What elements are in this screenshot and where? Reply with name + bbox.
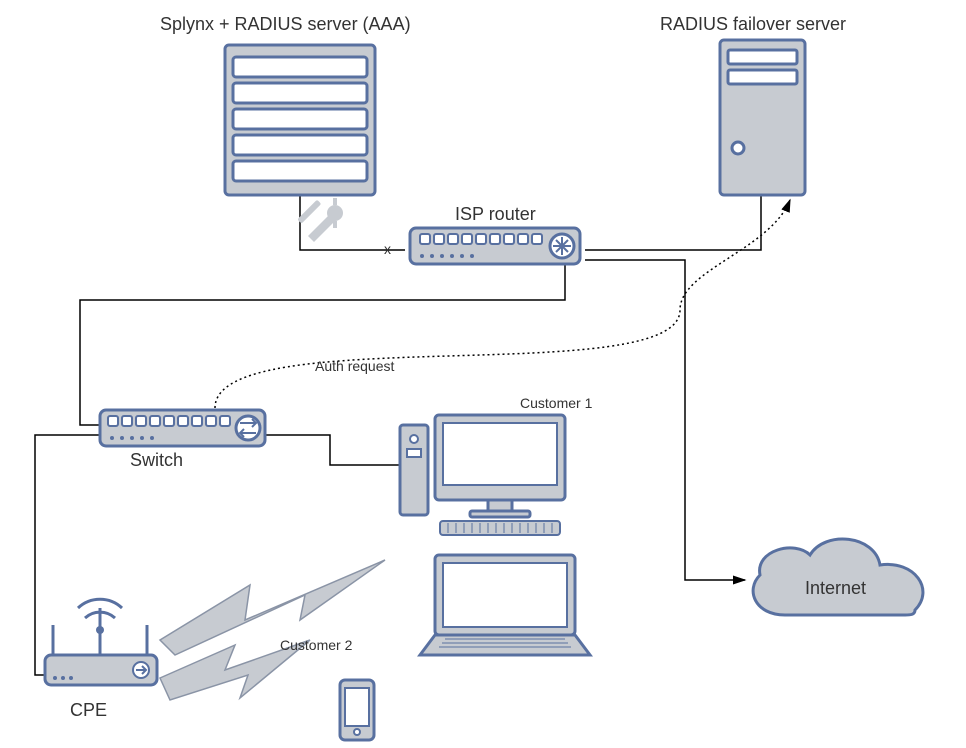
cpe-label: CPE: [70, 700, 107, 721]
failover-title: RADIUS failover server: [660, 14, 846, 35]
isp-router-icon: [410, 228, 580, 264]
maintenance-icon: [297, 198, 343, 242]
laptop-icon: [420, 555, 590, 655]
splynx-title: Splynx + RADIUS server (AAA): [160, 14, 411, 35]
customer2-label: Customer 2: [280, 637, 352, 653]
phone-icon: [340, 680, 374, 740]
cloud-icon: [753, 539, 923, 615]
auth-request-label: Auth request: [315, 358, 394, 374]
desktop-icon: [400, 415, 565, 535]
isp-router-label: ISP router: [455, 204, 536, 225]
x-mark: x: [384, 241, 391, 257]
network-diagram: [0, 0, 966, 748]
cpe-icon: [45, 599, 157, 685]
internet-label: Internet: [805, 578, 866, 599]
switch-icon: [100, 410, 265, 446]
server-tower-icon: [720, 40, 805, 195]
server-rack-icon: [225, 45, 375, 195]
switch-label: Switch: [130, 450, 183, 471]
customer1-label: Customer 1: [520, 395, 592, 411]
